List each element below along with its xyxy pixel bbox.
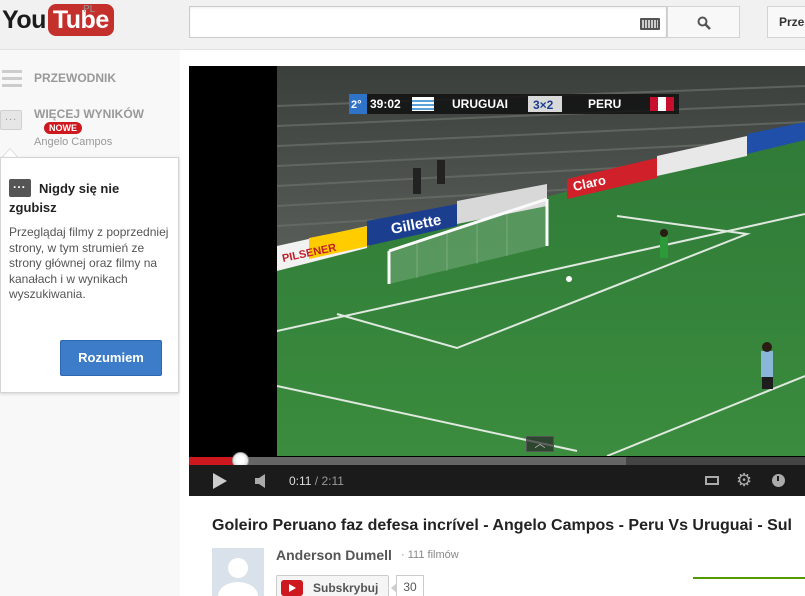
upload-button[interactable]: Prześlij bbox=[767, 6, 805, 38]
time-display: 0:11 / 2:11 bbox=[289, 474, 344, 488]
default-avatar-icon bbox=[212, 548, 264, 596]
play-icon[interactable] bbox=[213, 473, 227, 489]
channel-video-count[interactable]: · 111 filmów bbox=[401, 549, 459, 561]
subscribe-label: Subskrybuj bbox=[313, 581, 379, 595]
team-home: URUGUAI bbox=[452, 97, 508, 111]
player-controls: 0:11 / 2:11 ⚙ bbox=[189, 465, 805, 496]
football-match-scene: PILSENER Gillette Claro 2° 39:02 URUGUAI… bbox=[277, 66, 805, 456]
tooltip-body: Przeglądaj filmy z poprzedniej strony, w… bbox=[9, 225, 169, 301]
time-separator: / bbox=[311, 474, 322, 488]
search-input[interactable] bbox=[189, 6, 667, 38]
avatar[interactable] bbox=[212, 548, 264, 596]
progress-buffered bbox=[189, 457, 626, 465]
more-results-label[interactable]: WIĘCEJ WYNIKÓW bbox=[34, 107, 144, 121]
youtube-watch-page: You Tube PL Prześlij PRZEWODNIK WIĘCEJ W… bbox=[0, 0, 805, 596]
logo-tube-text: Tube bbox=[47, 4, 114, 36]
video-player[interactable]: PILSENER Gillette Claro 2° 39:02 URUGUAI… bbox=[189, 66, 805, 496]
captions-icon[interactable] bbox=[705, 476, 719, 485]
logo-you-text: You bbox=[2, 5, 46, 34]
keyboard-icon[interactable] bbox=[640, 18, 660, 30]
search-button[interactable] bbox=[667, 6, 740, 38]
onboarding-tooltip: Nigdy się nie zgubisz Przeglądaj filmy z… bbox=[0, 157, 179, 393]
gear-icon[interactable]: ⚙ bbox=[736, 471, 752, 489]
guide-menu-icon[interactable] bbox=[2, 70, 22, 87]
team-away: PERU bbox=[588, 97, 621, 111]
more-results-source[interactable]: Angelo Campos bbox=[34, 136, 112, 148]
chevron-up-icon[interactable]: ︿ bbox=[526, 436, 554, 452]
watch-later-icon[interactable] bbox=[772, 474, 785, 487]
subscriber-count: 30 bbox=[391, 575, 424, 596]
masthead: You Tube PL Prześlij bbox=[0, 0, 805, 50]
new-badge: NOWE bbox=[44, 122, 82, 134]
region-label: PL bbox=[83, 4, 96, 15]
video-title: Goleiro Peruano faz defesa incrível - An… bbox=[212, 517, 792, 534]
current-time: 0:11 bbox=[289, 474, 312, 488]
match-clock: 39:02 bbox=[370, 97, 401, 111]
search-icon bbox=[697, 16, 711, 30]
match-period: 2° bbox=[351, 99, 362, 111]
match-score: 3×2 bbox=[533, 98, 554, 112]
channel-name[interactable]: Anderson Dumell bbox=[276, 547, 392, 563]
duration: 2:11 bbox=[321, 474, 344, 488]
tooltip-title: Nigdy się nie zgubisz bbox=[9, 181, 120, 215]
guide-label[interactable]: PRZEWODNIK bbox=[34, 71, 116, 85]
likes-ratio-bar bbox=[693, 577, 805, 579]
video-count-sep: · bbox=[401, 549, 405, 561]
video-count-text: 111 filmów bbox=[407, 549, 459, 561]
understand-button[interactable]: Rozumiem bbox=[60, 340, 162, 376]
more-results-icon[interactable] bbox=[0, 110, 22, 130]
volume-icon[interactable] bbox=[255, 474, 267, 488]
youtube-logo[interactable]: You Tube PL bbox=[2, 4, 114, 36]
youtube-play-icon bbox=[281, 580, 303, 596]
video-frame[interactable]: PILSENER Gillette Claro 2° 39:02 URUGUAI… bbox=[277, 66, 805, 456]
subscribe-button[interactable]: Subskrybuj bbox=[276, 575, 389, 596]
tooltip-arrow bbox=[2, 148, 18, 157]
